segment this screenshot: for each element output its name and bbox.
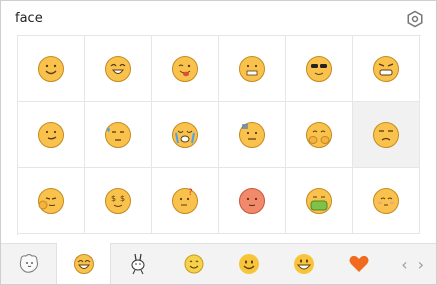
smile-emoji-icon	[184, 254, 203, 274]
awkward-face-icon	[239, 121, 265, 148]
emoji-cell[interactable]	[219, 36, 286, 102]
question-face-icon: ?	[172, 187, 198, 214]
shy-face-icon	[373, 187, 399, 214]
hands-cover-face-icon	[306, 121, 332, 148]
emoji-picker: face $ $? ‹ ›	[0, 0, 437, 285]
sunglasses-face-icon	[306, 55, 332, 82]
blush-face-icon	[239, 187, 265, 214]
laugh-face-icon	[105, 55, 131, 82]
qq-face-icon	[73, 253, 94, 274]
grimace-face-icon	[239, 55, 265, 82]
next-arrow-icon[interactable]: ›	[418, 255, 424, 274]
rabbit-sticker-icon	[131, 253, 144, 275]
sick-face-icon	[306, 187, 332, 214]
svg-text:$: $	[111, 194, 116, 203]
emoji-cell[interactable]	[219, 102, 286, 168]
heart-icon	[349, 255, 368, 272]
smirk-face-icon	[38, 121, 64, 148]
category-tab[interactable]	[111, 244, 166, 284]
svg-text:$: $	[120, 194, 125, 203]
prev-arrow-icon[interactable]: ‹	[401, 255, 407, 274]
emoji-cell[interactable]	[286, 36, 353, 102]
angry-teeth-face-icon	[373, 55, 399, 82]
tab-nav: ‹ ›	[401, 255, 424, 274]
category-tab[interactable]	[221, 244, 276, 284]
grin-emoji-icon	[238, 254, 259, 274]
emoji-cell[interactable]	[85, 102, 152, 168]
svg-text:?: ?	[188, 188, 193, 198]
wave-face-icon	[38, 187, 64, 214]
category-title: face	[15, 11, 43, 26]
category-tab[interactable]	[56, 243, 111, 284]
picker-header: face	[1, 1, 436, 35]
emoji-cell[interactable]	[152, 36, 219, 102]
emoji-grid: $ $?	[17, 35, 421, 235]
emoji-cell[interactable]	[219, 168, 286, 234]
emoji-cell[interactable]	[18, 168, 85, 234]
category-tab[interactable]	[166, 244, 221, 284]
settings-hexagon-icon[interactable]	[406, 10, 424, 28]
emoji-cell[interactable]	[152, 102, 219, 168]
category-tabbar	[1, 243, 436, 284]
emoji-cell[interactable]: ?	[152, 168, 219, 234]
emoji-cell[interactable]	[18, 102, 85, 168]
sweat-face-icon	[105, 121, 131, 148]
crying-face-icon	[172, 121, 198, 148]
bear-sticker-icon	[19, 254, 38, 273]
emoji-cell[interactable]: $ $	[85, 168, 152, 234]
tongue-face-icon	[172, 55, 198, 82]
emoji-cell[interactable]	[353, 102, 420, 168]
category-tab[interactable]	[1, 244, 56, 284]
emoji-cell[interactable]	[85, 36, 152, 102]
emoji-cell[interactable]	[286, 102, 353, 168]
big-grin-emoji-icon	[293, 254, 314, 274]
category-tab[interactable]	[276, 244, 331, 284]
money-face-icon: $ $	[105, 187, 131, 214]
smile-face-icon	[38, 55, 64, 82]
emoji-cell[interactable]	[353, 36, 420, 102]
frown-face-icon	[373, 121, 399, 148]
emoji-cell[interactable]	[286, 168, 353, 234]
emoji-cell[interactable]	[353, 168, 420, 234]
emoji-cell[interactable]	[18, 36, 85, 102]
category-tab[interactable]	[331, 244, 386, 284]
